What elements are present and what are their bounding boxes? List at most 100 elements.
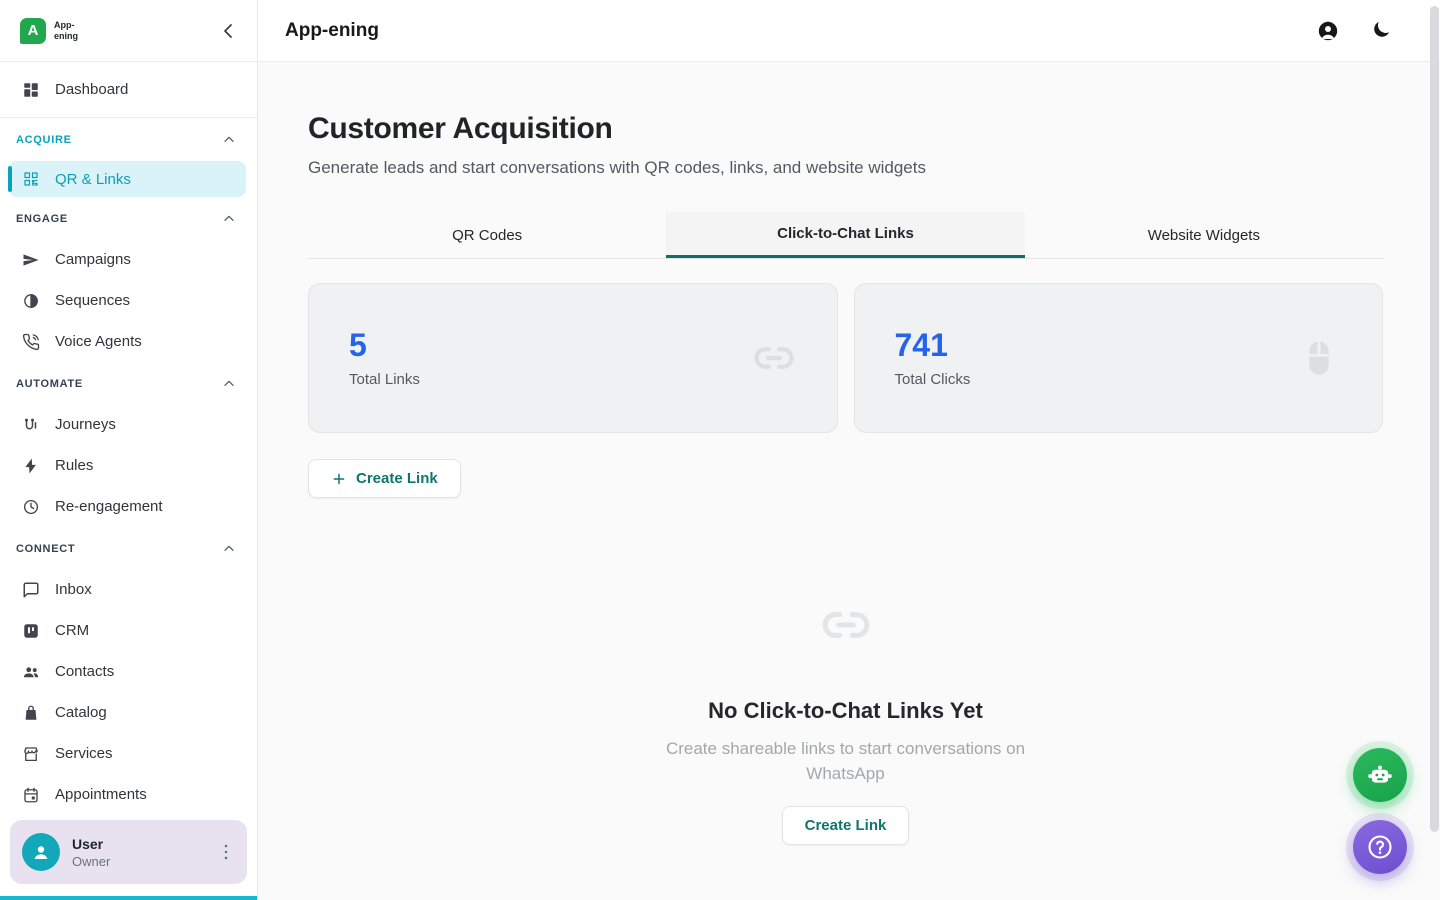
scrollbar[interactable] [1430,6,1439,832]
sidebar-item-contacts[interactable]: Contacts [0,651,257,692]
chevron-left-icon [217,19,241,43]
chatbot-icon [1366,761,1394,789]
empty-state-title: No Click-to-Chat Links Yet [708,698,983,724]
sidebar-item-label: Campaigns [55,251,131,268]
link-icon [753,337,795,379]
stat-label: Total Clicks [895,371,971,388]
sidebar-item-label: Contacts [55,663,114,680]
dark-mode-moon-icon[interactable] [1370,19,1394,43]
page-title: Customer Acquisition [308,112,1383,146]
section-label: AUTOMATE [16,378,83,390]
mouse-icon [1298,337,1340,379]
stat-value: 5 [349,329,420,361]
sidebar-item-label: Voice Agents [55,333,142,350]
topbar-actions [1316,19,1394,43]
section-label: CONNECT [16,543,75,555]
sidebar-item-qr-links[interactable]: QR & Links [9,161,246,197]
tab-website-widgets[interactable]: Website Widgets [1025,212,1383,258]
user-name: User [72,836,110,852]
help-fab[interactable] [1353,820,1407,874]
sidebar-item-label: Appointments [55,786,147,803]
people-icon [22,663,40,681]
lightning-icon [22,457,40,475]
section-label: ENGAGE [16,213,68,225]
section-header-acquire[interactable]: ACQUIRE [0,120,257,160]
sidebar-nav: Dashboard ACQUIRE QR & Links ENGAGE [0,62,257,804]
sidebar-collapse-button[interactable] [217,19,241,43]
sidebar-accent-line [0,896,257,900]
stat-value: 741 [895,329,971,361]
sidebar-item-services[interactable]: Services [0,733,257,774]
sidebar-item-voice-agents[interactable]: Voice Agents [0,321,257,362]
sidebar-item-label: Journeys [55,416,116,433]
sidebar-item-label: Inbox [55,581,92,598]
page-content: Customer Acquisition Generate leads and … [258,62,1440,900]
sidebar-item-catalog[interactable]: Catalog [0,692,257,733]
section-header-engage[interactable]: ENGAGE [0,199,257,239]
empty-state-description: Create shareable links to start conversa… [648,737,1043,786]
user-footer-card[interactable]: User Owner [10,820,247,884]
sidebar-item-label: Re-engagement [55,498,163,515]
chatbot-fab[interactable] [1353,748,1407,802]
sidebar-item-inbox[interactable]: Inbox [0,569,257,610]
app-logo-text: App- ening [54,20,78,41]
chevron-up-icon [221,376,237,392]
sidebar-item-label: Catalog [55,704,107,721]
storefront-icon [22,745,40,763]
account-icon[interactable] [1316,19,1340,43]
calendar-icon [22,786,40,804]
sidebar-item-crm[interactable]: CRM [0,610,257,651]
contrast-circle-icon [22,292,40,310]
stat-card-total-clicks: 741 Total Clicks [854,283,1384,433]
plus-icon [331,471,347,487]
user-menu-button[interactable] [215,841,237,863]
page-subtitle: Generate leads and start conversations w… [308,158,1383,178]
sidebar-header: A App- ening [0,0,257,62]
create-link-label: Create Link [356,470,438,487]
stat-card-total-links: 5 Total Links [308,283,838,433]
link-icon [821,600,871,650]
sidebar-item-journeys[interactable]: Journeys [0,404,257,445]
chevron-up-icon [221,132,237,148]
send-icon [22,251,40,269]
section-label: ACQUIRE [16,134,72,146]
help-icon [1366,833,1394,861]
sidebar: A App- ening Dashboard ACQUIRE [0,0,258,900]
sidebar-item-label: Rules [55,457,93,474]
create-link-button[interactable]: Create Link [308,459,461,498]
stat-text: 5 Total Links [349,329,420,388]
app-window: A App- ening Dashboard ACQUIRE [0,0,1440,900]
chat-icon [22,581,40,599]
logo-line-1: App- [54,20,78,30]
tab-bar: QR Codes Click-to-Chat Links Website Wid… [308,212,1383,259]
dots-vertical-icon [215,841,237,863]
kanban-icon [22,622,40,640]
chevron-up-icon [221,211,237,227]
sidebar-item-sequences[interactable]: Sequences [0,280,257,321]
empty-state: No Click-to-Chat Links Yet Create sharea… [308,600,1383,845]
phone-call-icon [22,333,40,351]
sidebar-item-dashboard[interactable]: Dashboard [0,69,257,110]
person-icon [29,840,53,864]
section-header-automate[interactable]: AUTOMATE [0,364,257,404]
route-icon [22,416,40,434]
sidebar-item-appointments[interactable]: Appointments [0,774,257,804]
sidebar-item-label: Services [55,745,113,762]
section-header-connect[interactable]: CONNECT [0,529,257,569]
bag-icon [22,704,40,722]
sidebar-item-re-engagement[interactable]: Re-engagement [0,486,257,527]
sidebar-item-label: QR & Links [55,171,131,188]
user-role: Owner [72,854,110,869]
logo-line-2: ening [54,31,78,41]
topbar-title: App-ening [285,20,379,42]
avatar [22,833,60,871]
sidebar-item-rules[interactable]: Rules [0,445,257,486]
stat-cards: 5 Total Links 741 Total Clicks [308,283,1383,433]
app-logo: A [20,18,46,44]
tab-qr-codes[interactable]: QR Codes [308,212,666,258]
sidebar-item-campaigns[interactable]: Campaigns [0,239,257,280]
empty-create-link-button[interactable]: Create Link [782,806,910,845]
topbar: App-ening [258,0,1440,62]
tab-click-to-chat-links[interactable]: Click-to-Chat Links [666,212,1024,258]
stat-label: Total Links [349,371,420,388]
